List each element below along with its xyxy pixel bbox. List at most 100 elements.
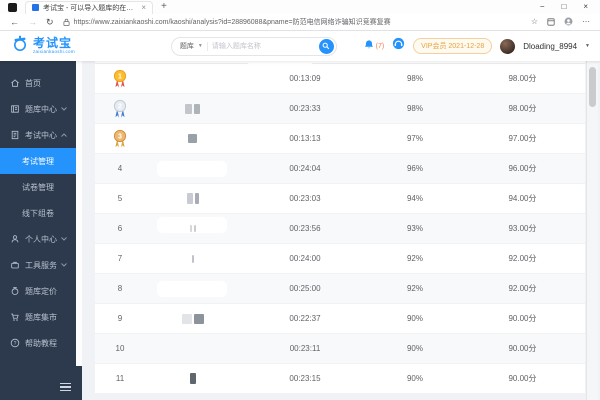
redacted-name-block	[194, 103, 200, 114]
scrollbar-thumb[interactable]	[589, 67, 596, 107]
name-cell	[145, 103, 240, 114]
library-search[interactable]: 题库 ▼ 请输入题库名称	[170, 36, 337, 56]
notifications[interactable]: (7)	[364, 37, 384, 55]
name-cell	[145, 134, 240, 143]
score-cell: 93.00分	[508, 224, 537, 233]
ranking-table: 1 00:13:09 98% 98.00分 2 00:23:33 98% 98.…	[95, 64, 585, 394]
avatar[interactable]	[500, 38, 516, 54]
chevron-down-icon: ▼	[197, 43, 203, 49]
minimize-button[interactable]: −	[540, 3, 545, 11]
forward-icon: →	[28, 16, 37, 27]
main-content: 1 00:13:09 98% 98.00分 2 00:23:33 98% 98.…	[82, 61, 600, 400]
sidebar-item-home[interactable]: 首页	[0, 70, 76, 96]
money-bag-icon	[10, 286, 20, 296]
back-icon[interactable]: ←	[10, 17, 19, 27]
collections-icon[interactable]	[547, 13, 555, 31]
table-row[interactable]: 9 00:22:37 90% 90.00分	[95, 304, 585, 334]
name-cell	[145, 365, 240, 384]
sidebar-item-exam-management[interactable]: 考试管理	[0, 148, 76, 174]
privacy-blur-patch	[157, 160, 227, 177]
table-row[interactable]: 8 00:25:00 92% 92.00分	[95, 274, 585, 304]
profile-icon[interactable]	[564, 13, 573, 31]
score-cell: 98.00分	[508, 104, 537, 113]
site-logo[interactable]: 考试宝 zaixiankaoshi.com	[10, 34, 75, 59]
score-cell: 97.00分	[508, 134, 537, 143]
score-cell: 96.00分	[508, 164, 537, 173]
content-scrollbar[interactable]	[586, 61, 598, 400]
sidebar-item-library-market[interactable]: 题库集市	[0, 304, 76, 330]
user-icon	[10, 234, 20, 244]
percent-cell: 98%	[406, 104, 423, 113]
redacted-name-block	[188, 134, 197, 143]
browser-tabstrip: 考试宝 - 可以导入题库的在线考 × + − □ ×	[0, 0, 600, 14]
sidebar-item-help-tutorial[interactable]: ? 帮助教程	[0, 330, 76, 356]
rank-cell: 8	[117, 284, 123, 293]
search-input[interactable]: 请输入题库名称	[212, 41, 315, 51]
percent-cell: 97%	[406, 134, 423, 143]
sidebar-item-library-center[interactable]: 题库中心	[0, 96, 76, 122]
browser-tab[interactable]: 考试宝 - 可以导入题库的在线考 ×	[25, 0, 153, 14]
cart-icon	[10, 312, 20, 322]
rank-cell: 5	[117, 194, 123, 203]
sidebar: 首页 题库中心 考试中心 考试管理 试卷管理 线下组卷 个人中心 工具服务 题库…	[0, 61, 82, 400]
tab-close-icon[interactable]: ×	[141, 3, 146, 12]
refresh-icon[interactable]: ↻	[46, 17, 54, 27]
rank-cell: 1	[95, 69, 145, 89]
redacted-name-block	[194, 193, 199, 204]
favorite-star-icon[interactable]: ☆	[531, 18, 538, 26]
percent-cell: 90%	[406, 314, 423, 323]
table-row[interactable]: 5 00:23:03 94% 94.00分	[95, 184, 585, 214]
score-cell: 90.00分	[508, 314, 537, 323]
sidebar-item-paper-management[interactable]: 试卷管理	[0, 174, 76, 200]
maximize-button[interactable]: □	[561, 3, 566, 11]
privacy-blur-patch	[248, 61, 312, 70]
redacted-name-block	[189, 373, 196, 384]
table-row[interactable]: 6 00:23:56 93% 93.00分	[95, 214, 585, 244]
silver-medal-icon: 2	[113, 99, 127, 118]
table-row[interactable]: 11 00:23:15 90% 90.00分	[95, 364, 585, 394]
search-category-dropdown[interactable]: 题库	[180, 41, 194, 51]
username[interactable]: Dloading_8994	[523, 42, 577, 51]
collapse-menu-icon[interactable]	[60, 382, 71, 391]
home-icon	[10, 78, 20, 88]
table-row[interactable]: 3 00:13:13 97% 97.00分	[95, 124, 585, 154]
close-button[interactable]: ×	[583, 3, 588, 11]
svg-text:1: 1	[118, 73, 122, 80]
table-row[interactable]: 1 00:13:09 98% 98.00分	[95, 64, 585, 94]
new-tab-button[interactable]: +	[161, 2, 167, 12]
time-cell: 00:23:11	[289, 344, 321, 353]
browser-toolbar: ← → ↻ https://www.zaixiankaoshi.com/kaos…	[0, 14, 600, 31]
rank-cell: 10	[115, 344, 125, 353]
window-controls: − □ ×	[540, 3, 596, 11]
time-cell: 00:23:03	[289, 194, 321, 203]
table-row[interactable]: 4 00:24:04 96% 96.00分	[95, 154, 585, 184]
sidebar-item-exam-center[interactable]: 考试中心	[0, 122, 76, 148]
privacy-blur-patch	[157, 217, 227, 233]
tab-favicon-icon	[32, 4, 39, 11]
sidebar-item-personal-center[interactable]: 个人中心	[0, 226, 76, 252]
table-row[interactable]: 2 00:23:33 98% 98.00分	[95, 94, 585, 124]
vip-badge[interactable]: VIP会员 2021-12-28	[413, 38, 493, 54]
sidebar-item-offline-paper[interactable]: 线下组卷	[0, 200, 76, 226]
briefcase-icon	[10, 260, 20, 270]
rank-cell: 4	[117, 164, 123, 173]
chevron-up-icon	[61, 133, 67, 137]
privacy-blur-patch	[157, 280, 227, 297]
sidebar-item-tools-services[interactable]: 工具服务	[0, 252, 76, 278]
sidebar-item-library-pricing[interactable]: 题库定价	[0, 278, 76, 304]
table-row[interactable]: 10 00:23:11 90% 90.00分	[95, 334, 585, 364]
svg-text:3: 3	[118, 133, 122, 140]
customer-service-icon[interactable]	[392, 37, 405, 55]
time-cell: 00:23:33	[289, 104, 321, 113]
tab-title: 考试宝 - 可以导入题库的在线考	[43, 4, 138, 12]
search-button[interactable]	[318, 38, 334, 54]
address-bar[interactable]: https://www.zaixiankaoshi.com/kaoshi/ana…	[74, 17, 391, 27]
time-cell: 00:24:00	[289, 254, 321, 263]
table-row[interactable]: 7 00:24:00 92% 92.00分	[95, 244, 585, 274]
redacted-name-block	[186, 193, 193, 204]
time-cell: 00:23:15	[289, 374, 321, 383]
more-menu-icon[interactable]: ⋯	[582, 18, 590, 26]
percent-cell: 92%	[406, 254, 423, 263]
tab-actions-icon[interactable]	[8, 2, 17, 12]
bell-icon	[364, 37, 374, 55]
